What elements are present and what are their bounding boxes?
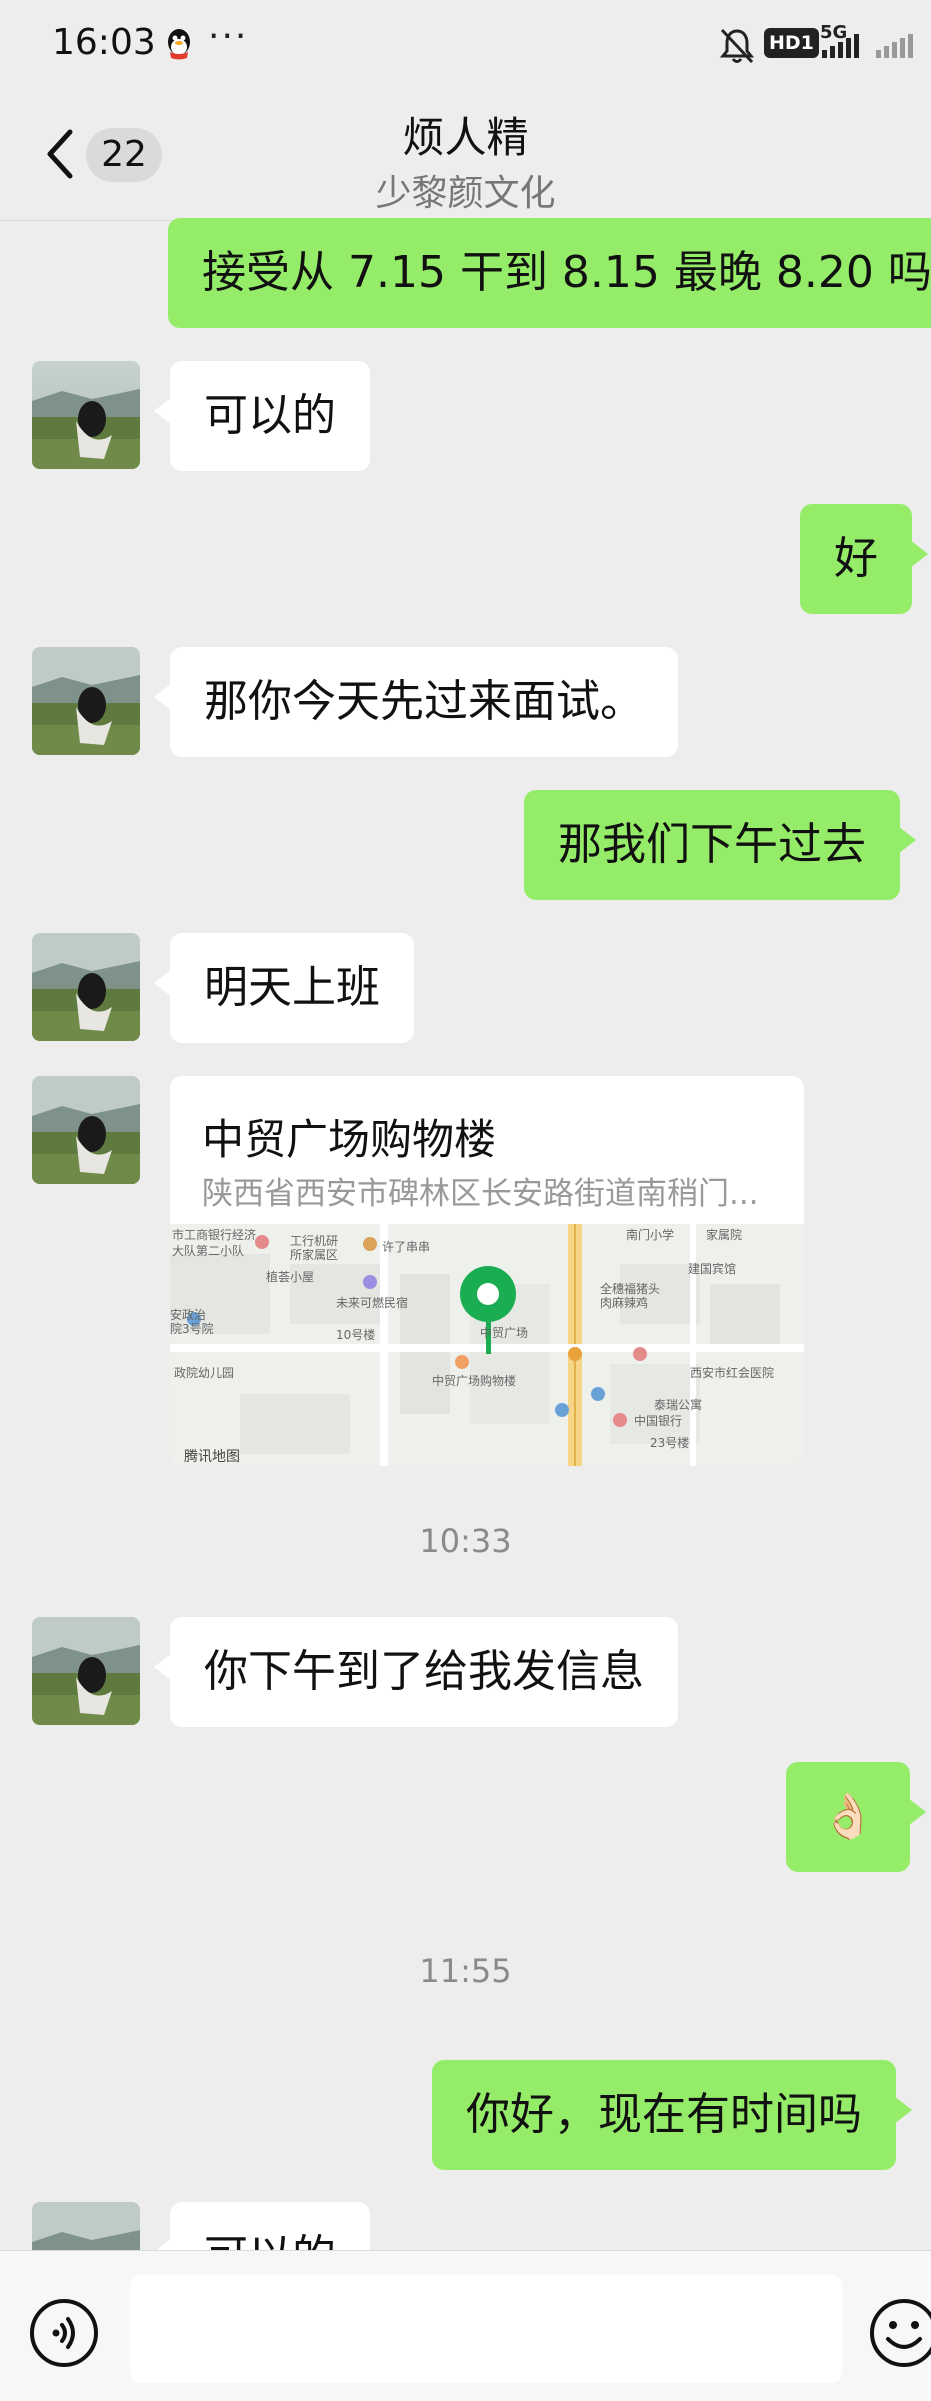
- message-bubble-outgoing[interactable]: 那我们下午过去: [524, 790, 916, 900]
- status-time: 16:03: [52, 22, 156, 63]
- map-label: 中贸广场购物楼: [432, 1374, 517, 1388]
- map-brand: 腾讯地图: [184, 1449, 240, 1465]
- avatar[interactable]: [32, 933, 140, 1041]
- location-message-card[interactable]: 中贸广场购物楼 陕西省西安市碑林区长安路街道南稍门... 市工商银行经济 大队第…: [170, 1076, 804, 1466]
- map-label: 市工商银行经济: [172, 1228, 257, 1242]
- map-label: 中国银行: [634, 1414, 683, 1428]
- message-bubble-incoming[interactable]: 可以的: [154, 361, 370, 471]
- message-bubble-outgoing[interactable]: 你好，现在有时间吗: [432, 2060, 912, 2170]
- chat-subtitle: 少黎颜文化: [375, 173, 556, 214]
- status-bar: 16:03 ··· HD1 5G: [0, 0, 931, 92]
- message-bubble-incoming[interactable]: 你下午到了给我发信息: [154, 1617, 678, 1727]
- location-map-thumbnail: 市工商银行经济 大队第二小队 工行机研 所家属区 许了串串 植荟小屋 未来可燃民…: [170, 1224, 804, 1466]
- map-label: 未来可燃民宿: [336, 1296, 409, 1310]
- map-label: 许了串串: [382, 1240, 431, 1254]
- map-label: 中贸广场: [480, 1326, 529, 1340]
- avatar[interactable]: [32, 361, 140, 469]
- map-label: 家属院: [706, 1228, 743, 1242]
- hd-badge: HD1: [764, 28, 819, 58]
- map-label: 泰瑞公寓: [654, 1398, 703, 1412]
- chat-timestamp: 11:55: [419, 1952, 512, 1990]
- more-notifications-icon: ···: [208, 16, 249, 57]
- signal-icon: [822, 34, 913, 58]
- map-label: 10号楼: [336, 1328, 376, 1342]
- message-bubble-outgoing[interactable]: 好: [800, 504, 928, 614]
- map-label: 肉麻辣鸡: [600, 1296, 649, 1310]
- message-bubble-outgoing[interactable]: 👌🏻: [786, 1762, 926, 1872]
- chat-header: 22 烦人精 少黎颜文化: [0, 92, 931, 221]
- map-label: 西安市红会医院: [690, 1366, 775, 1380]
- message-bubble-outgoing[interactable]: 接受从 7.15 干到 8.15 最晚 8.20 吗: [168, 218, 931, 328]
- map-label: 23号楼: [650, 1436, 690, 1450]
- map-label: 南门小学: [626, 1228, 675, 1242]
- avatar[interactable]: [32, 647, 140, 755]
- map-label: 政院幼儿园: [174, 1366, 235, 1380]
- mute-bell-icon: [719, 28, 755, 64]
- map-label: 院3号院: [170, 1322, 214, 1336]
- emoji-icon[interactable]: [868, 2297, 931, 2369]
- chat-timestamp: 10:33: [419, 1522, 512, 1560]
- ok-hand-emoji: 👌🏻: [820, 1791, 876, 1842]
- qq-icon: [168, 29, 190, 60]
- message-bubble-incoming[interactable]: 那你今天先过来面试。: [154, 647, 678, 757]
- location-address: 陕西省西安市碑林区长安路街道南稍门...: [202, 1176, 759, 1212]
- avatar[interactable]: [32, 1617, 140, 1725]
- message-input-bar: [0, 2250, 931, 2401]
- map-label: 植荟小屋: [266, 1270, 315, 1284]
- map-label: 建国宾馆: [688, 1262, 737, 1276]
- message-bubble-incoming[interactable]: 明天上班: [154, 933, 414, 1043]
- avatar[interactable]: [32, 1076, 140, 1184]
- location-title: 中贸广场购物楼: [202, 1115, 497, 1164]
- map-label: 所家属区: [290, 1248, 339, 1262]
- voice-icon[interactable]: [28, 2297, 100, 2369]
- message-input[interactable]: [130, 2275, 842, 2383]
- map-label: 大队第二小队: [172, 1244, 245, 1258]
- chat-title[interactable]: 烦人精: [0, 104, 931, 165]
